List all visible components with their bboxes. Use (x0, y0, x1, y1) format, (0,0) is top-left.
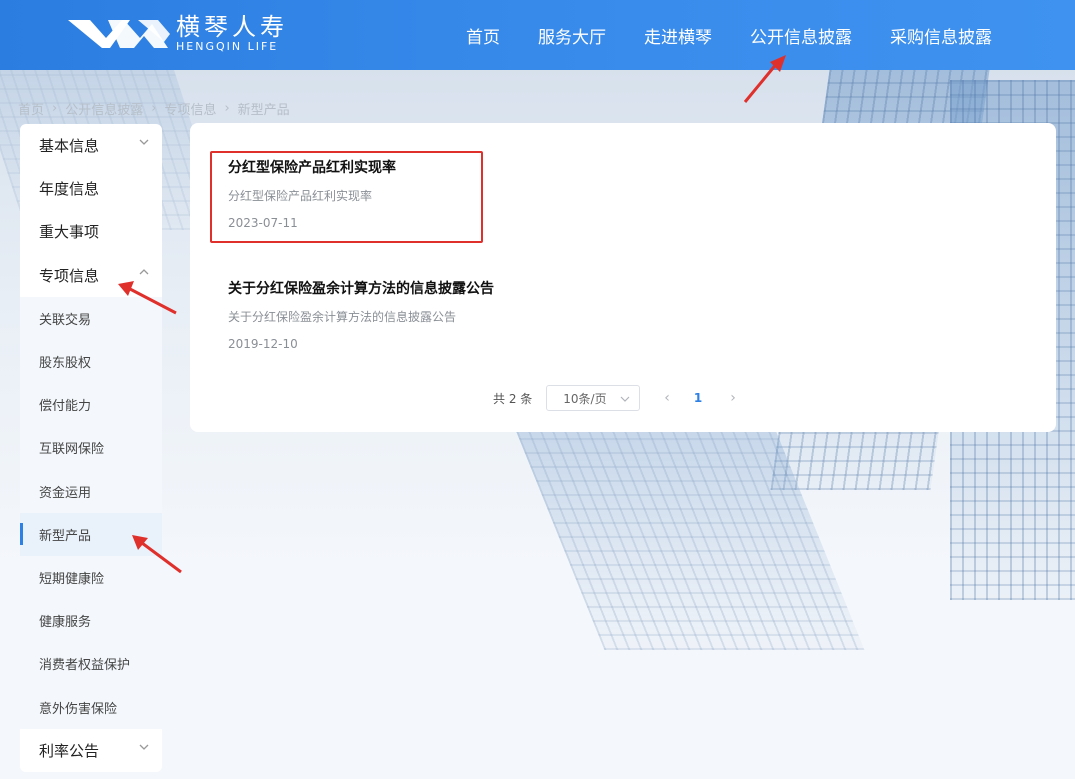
pagination-page-button[interactable]: 1 (694, 391, 702, 405)
article-list-card: 分红型保险产品红利实现率 分红型保险产品红利实现率 2023-07-11 关于分… (190, 123, 1056, 432)
nav-item-about[interactable]: 走进横琴 (644, 23, 712, 48)
sidebar-item-special-info[interactable]: 专项信息 (20, 254, 162, 297)
pagination: 共 2 条 10条/页 ‹ 1 › (493, 385, 736, 411)
nav-item-procurement-disclosure[interactable]: 采购信息披露 (890, 23, 992, 48)
sidebar-item-label: 短期健康险 (39, 571, 105, 587)
breadcrumb-separator: › (151, 101, 157, 116)
sidebar-item-label: 基本信息 (39, 137, 100, 156)
breadcrumb-current: 新型产品 (237, 103, 290, 118)
logo-mark-icon (68, 20, 170, 48)
logo-english-name: HENGQIN LIFE (176, 40, 279, 53)
sidebar-item-label: 偿付能力 (39, 399, 92, 415)
page-size-select[interactable]: 10条/页 (546, 385, 641, 411)
breadcrumb-separator: › (52, 101, 58, 116)
chevron-up-icon (139, 268, 149, 275)
breadcrumb: 首页 › 公开信息披露 › 专项信息 › 新型产品 (18, 99, 290, 118)
sidebar-item-shareholders[interactable]: 股东股权 (20, 339, 162, 384)
logo[interactable]: 横琴人寿 HENGQIN LIFE (68, 14, 288, 54)
nav-item-public-disclosure[interactable]: 公开信息披露 (750, 23, 852, 48)
nav-item-home[interactable]: 首页 (466, 23, 500, 48)
nav-item-service-hall[interactable]: 服务大厅 (538, 23, 606, 48)
sidebar-item-internet-insurance[interactable]: 互联网保险 (20, 426, 162, 470)
breadcrumb-public-disclosure[interactable]: 公开信息披露 (65, 99, 143, 118)
sidebar-item-label: 健康服务 (39, 615, 92, 631)
sidebar-item-consumer-protection[interactable]: 消费者权益保护 (20, 642, 162, 686)
chevron-down-icon (139, 744, 149, 750)
sidebar-item-new-products[interactable]: 新型产品 (20, 512, 162, 556)
sidebar-item-basic-info[interactable]: 基本信息 (20, 124, 162, 167)
sidebar-item-fund-usage[interactable]: 资金运用 (20, 469, 162, 513)
sidebar-item-label: 关联交易 (39, 312, 92, 328)
breadcrumb-home[interactable]: 首页 (18, 99, 44, 118)
breadcrumb-separator: › (224, 101, 230, 116)
sidebar-item-health-services[interactable]: 健康服务 (20, 599, 162, 643)
article-description: 关于分红保险盈余计算方法的信息披露公告 (228, 310, 457, 324)
sidebar-item-label: 意外伤害保险 (39, 701, 118, 717)
sidebar-item-label: 利率公告 (39, 741, 100, 760)
sidebar-item-interest-rate[interactable]: 利率公告 (20, 729, 162, 772)
sidebar: 基本信息 年度信息 重大事项 专项信息 关联交易 股东股权 偿付能力 互联网保险… (20, 124, 162, 772)
sidebar-item-label: 专项信息 (39, 266, 100, 285)
sidebar-item-label: 重大事项 (39, 223, 100, 242)
pagination-total: 共 2 条 (493, 391, 533, 406)
sidebar-item-annual-info[interactable]: 年度信息 (20, 167, 162, 210)
sidebar-item-short-term-health[interactable]: 短期健康险 (20, 555, 162, 600)
list-item[interactable]: 关于分红保险盈余计算方法的信息披露公告 关于分红保险盈余计算方法的信息披露公告 … (228, 280, 494, 352)
breadcrumb-special-info[interactable]: 专项信息 (164, 99, 216, 118)
chevron-down-icon (139, 139, 149, 145)
sidebar-item-solvency[interactable]: 偿付能力 (20, 383, 162, 427)
annotation-highlight-box (210, 151, 483, 243)
sidebar-item-label: 年度信息 (39, 180, 100, 199)
logo-chinese-name: 横琴人寿 (176, 13, 288, 41)
sidebar-item-related-transactions[interactable]: 关联交易 (20, 296, 162, 340)
pagination-next-button[interactable]: › (730, 390, 736, 406)
sidebar-item-label: 资金运用 (39, 485, 92, 501)
sidebar-item-major-events[interactable]: 重大事项 (20, 210, 162, 253)
sidebar-item-accident-insurance[interactable]: 意外伤害保险 (20, 685, 162, 729)
sidebar-item-label: 互联网保险 (39, 442, 105, 458)
main-nav: 首页 服务大厅 走进横琴 公开信息披露 采购信息披露 (466, 0, 1030, 70)
article-title[interactable]: 关于分红保险盈余计算方法的信息披露公告 (228, 280, 494, 298)
page-size-value: 10条/页 (563, 391, 607, 406)
sidebar-item-label: 股东股权 (39, 356, 92, 372)
chevron-down-icon (620, 396, 630, 402)
sidebar-item-label: 新型产品 (39, 528, 92, 544)
sidebar-item-label: 消费者权益保护 (39, 658, 131, 674)
pagination-prev-button[interactable]: ‹ (664, 390, 670, 406)
site-header: 横琴人寿 HENGQIN LIFE 首页 服务大厅 走进横琴 公开信息披露 采购… (0, 0, 1075, 70)
article-date: 2019-12-10 (228, 337, 298, 351)
